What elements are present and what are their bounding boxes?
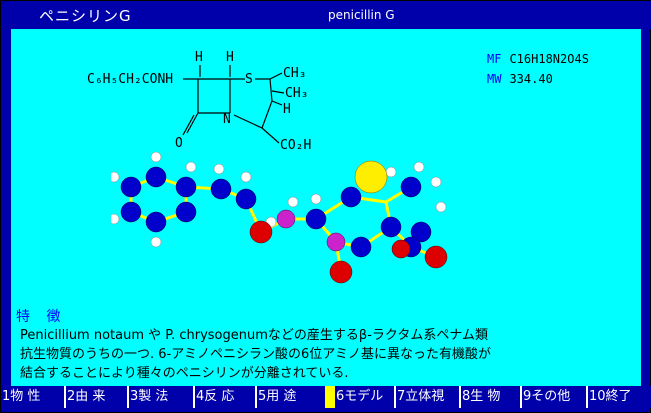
function-key-menu: 1物 性 2由 来 3製 法 4反 応 5用 途 6モデル 7立体視 8生 物 … bbox=[1, 386, 651, 408]
r-group-label: C₆H₅CH₂CONH bbox=[87, 72, 173, 87]
menu-uses[interactable]: 5用 途 bbox=[255, 386, 325, 408]
content-panel: C₆H₅CH₂CONH O H H S N CH₃ CH₃ H CO₂H MF … bbox=[11, 29, 641, 386]
menu-properties[interactable]: 1物 性 bbox=[1, 386, 64, 408]
mw-label: MW bbox=[487, 72, 502, 86]
formula-info: MF C16H18N2O4S MW 334.40 bbox=[487, 49, 589, 89]
menu-exit[interactable]: 10終了 bbox=[586, 386, 651, 408]
sulfur-label: S bbox=[245, 72, 253, 87]
h-atom-label: H bbox=[195, 50, 203, 65]
title-bar: ペニシリンG penicillin G bbox=[1, 1, 651, 29]
menu-other[interactable]: 9その他 bbox=[520, 386, 586, 408]
features-heading: 特 徴 bbox=[16, 309, 67, 325]
methyl-label: CH₃ bbox=[283, 66, 306, 81]
compound-name-ja: ペニシリンG bbox=[39, 7, 132, 25]
menu-origin[interactable]: 2由 来 bbox=[64, 386, 127, 408]
compound-name-en: penicillin G bbox=[328, 8, 395, 22]
app-window: ペニシリンG penicillin G C₆H₅CH₂CONH O H H S bbox=[0, 0, 651, 413]
menu-reaction[interactable]: 4反 応 bbox=[193, 386, 255, 408]
mf-label: MF bbox=[487, 52, 502, 66]
sulfur-atoms bbox=[354, 160, 388, 194]
mf-value: C16H18N2O4S bbox=[509, 52, 589, 66]
menu-biology[interactable]: 8生 物 bbox=[459, 386, 520, 408]
features-description: Penicillium notaum や P. chrysogenumなどの産生… bbox=[20, 326, 640, 383]
menu-stereo-view[interactable]: 7立体視 bbox=[394, 386, 459, 408]
description-line: Penicillium notaum や P. chrysogenumなどの産生… bbox=[20, 328, 488, 343]
nitrogen-label: N bbox=[223, 112, 231, 127]
methyl-label: CH₃ bbox=[285, 86, 308, 101]
description-line: 結合することにより種々のペニシリンが分離されている. bbox=[20, 366, 349, 381]
h-atom-label: H bbox=[226, 50, 234, 65]
description-line: 抗生物質のうちの一つ. 6-アミノペニシラン酸の6位アミノ基に異なった有機酸が bbox=[20, 347, 491, 362]
h-atom-label: H bbox=[283, 102, 291, 117]
mw-value: 334.40 bbox=[509, 72, 553, 86]
menu-model[interactable]: 6モデル bbox=[325, 386, 394, 408]
molecule-3d-model bbox=[111, 151, 448, 284]
menu-production[interactable]: 3製 法 bbox=[127, 386, 193, 408]
